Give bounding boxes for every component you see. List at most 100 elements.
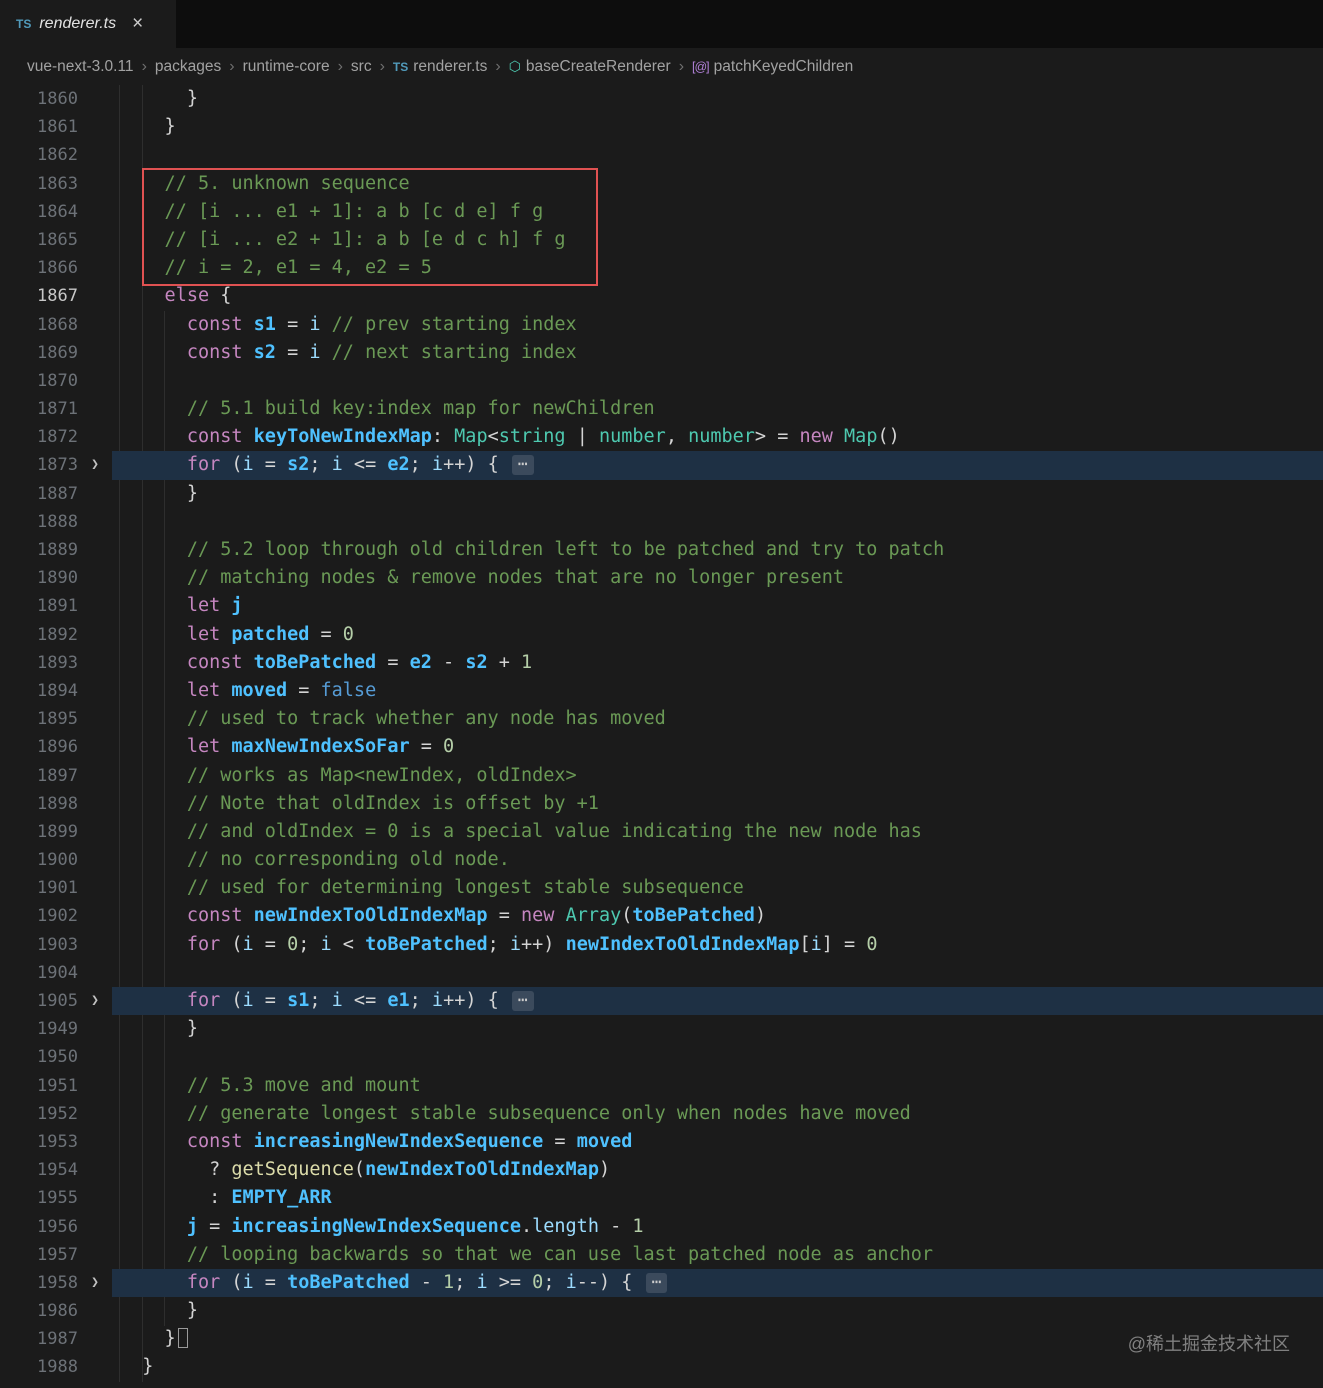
code-line-1864[interactable]: 1864 // [i ... e1 + 1]: a b [c d e] f g — [0, 198, 1323, 226]
line-number: 1986 — [37, 1301, 78, 1322]
code-line-1890[interactable]: 1890 // matching nodes & remove nodes th… — [0, 564, 1323, 592]
code-token: ( — [220, 990, 243, 1011]
code-content — [112, 508, 1323, 536]
code-token: number — [598, 426, 666, 448]
code-line-1895[interactable]: 1895 // used to track whether any node h… — [0, 705, 1323, 733]
breadcrumb-item-src[interactable]: src — [351, 58, 372, 76]
code-line-1863[interactable]: 1863 // 5. unknown sequence — [0, 170, 1323, 198]
breadcrumb-item-patchKeyedChildren[interactable]: [@] patchKeyedChildren — [692, 58, 853, 76]
folded-ellipsis-badge[interactable]: ⋯ — [511, 455, 534, 476]
code-line-1887[interactable]: 1887 } — [0, 480, 1323, 508]
fold-chevron-icon[interactable]: ❯ — [78, 451, 112, 479]
breadcrumb-item-renderer.ts[interactable]: TS renderer.ts — [393, 58, 487, 76]
code-token: } — [120, 1018, 198, 1040]
fold-chevron-icon[interactable]: ❯ — [78, 1269, 112, 1297]
code-line-1871[interactable]: 1871 // 5.1 build key:index map for newC… — [0, 395, 1323, 423]
code-token: i — [309, 313, 321, 335]
code-line-1950[interactable]: 1950 — [0, 1043, 1323, 1071]
code-line-1900[interactable]: 1900 // no corresponding old node. — [0, 846, 1323, 874]
code-line-1954[interactable]: 1954 ? getSequence(newIndexToOldIndexMap… — [0, 1156, 1323, 1184]
code-token: 0 — [866, 933, 878, 955]
code-line-1903[interactable]: 1903 for (i = 0; i < toBePatched; i++) n… — [0, 931, 1323, 959]
code-editor[interactable]: 1860 } 1861 } 1862 1863 // 5. unknown seque… — [0, 85, 1323, 1388]
code-line-1957[interactable]: 1957 // looping backwards so that we can… — [0, 1241, 1323, 1269]
code-line-1893[interactable]: 1893 const toBePatched = e2 - s2 + 1 — [0, 649, 1323, 677]
code-line-1896[interactable]: 1896 let maxNewIndexSoFar = 0 — [0, 733, 1323, 761]
code-line-1986[interactable]: 1986 } — [0, 1297, 1323, 1325]
line-number: 1894 — [37, 680, 78, 701]
code-token: // [i ... e2 + 1]: a b [e d c h] f g — [120, 228, 566, 250]
code-token: j — [120, 1215, 198, 1237]
code-token: // 5.2 loop through old children left to… — [120, 539, 945, 560]
code-content: // 5. unknown sequence — [112, 170, 1323, 198]
code-content: // no corresponding old node. — [112, 846, 1323, 874]
code-line-1873[interactable]: 1873 ❯ for (i = s2; i <= e2; i++) { ⋯ — [0, 451, 1323, 480]
code-line-1988[interactable]: 1988 } — [0, 1353, 1323, 1381]
breadcrumb-item-baseCreateRenderer[interactable]: ⬡ baseCreateRenderer — [509, 58, 671, 76]
code-line-1897[interactable]: 1897 // works as Map<newIndex, oldIndex> — [0, 762, 1323, 790]
line-number: 1988 — [37, 1357, 78, 1378]
breadcrumb-item-runtime-core[interactable]: runtime-core — [243, 58, 330, 76]
tab-close-icon[interactable]: × — [132, 13, 143, 35]
code-line-1889[interactable]: 1889 // 5.2 loop through old children le… — [0, 536, 1323, 564]
code-line-1956[interactable]: 1956 j = increasingNewIndexSequence.leng… — [0, 1213, 1323, 1241]
code-token: i — [242, 454, 254, 476]
code-token: [ — [799, 933, 811, 955]
code-line-1904[interactable]: 1904 — [0, 959, 1323, 987]
code-content: let j — [112, 592, 1323, 620]
line-number: 1898 — [37, 793, 78, 814]
code-line-1866[interactable]: 1866 // i = 2, e1 = 4, e2 = 5 — [0, 254, 1323, 282]
code-line-1955[interactable]: 1955 : EMPTY_ARR — [0, 1184, 1323, 1212]
folded-ellipsis-badge[interactable]: ⋯ — [511, 991, 534, 1011]
code-line-1888[interactable]: 1888 — [0, 508, 1323, 536]
code-line-1862[interactable]: 1862 — [0, 141, 1323, 169]
breadcrumb-item-vue-next-3.0.11[interactable]: vue-next-3.0.11 — [27, 58, 134, 76]
code-token: - — [598, 1215, 633, 1237]
code-token: newIndexToOldIndexMap — [365, 1159, 599, 1181]
line-number: 1897 — [37, 765, 78, 786]
breadcrumb-separator-icon: › — [337, 57, 343, 75]
fold-chevron-icon[interactable]: ❯ — [78, 987, 112, 1015]
code-line-1953[interactable]: 1953 const increasingNewIndexSequence = … — [0, 1128, 1323, 1156]
code-line-1905[interactable]: 1905 ❯ for (i = s1; i <= e1; i++) { ⋯ — [0, 987, 1323, 1016]
code-line-1958[interactable]: 1958 ❯ for (i = toBePatched - 1; i >= 0; … — [0, 1268, 1323, 1298]
code-line-1899[interactable]: 1899 // and oldIndex = 0 is a special va… — [0, 818, 1323, 846]
code-line-1949[interactable]: 1949 } — [0, 1015, 1323, 1043]
code-line-1870[interactable]: 1870 — [0, 367, 1323, 395]
code-token: = — [287, 679, 321, 701]
code-line-1951[interactable]: 1951 // 5.3 move and mount — [0, 1072, 1323, 1100]
code-line-1865[interactable]: 1865 // [i ... e2 + 1]: a b [e d c h] f … — [0, 226, 1323, 254]
code-line-1892[interactable]: 1892 let patched = 0 — [0, 621, 1323, 649]
code-line-1867[interactable]: 1867 else { — [0, 282, 1323, 310]
code-lines: 1860 } 1861 } 1862 1863 // 5. unknown seque… — [0, 85, 1323, 1382]
code-line-1894[interactable]: 1894 let moved = false — [0, 677, 1323, 705]
code-token: for — [120, 990, 221, 1011]
code-line-1869[interactable]: 1869 const s2 = i // next starting index — [0, 339, 1323, 367]
breadcrumb-item-packages[interactable]: packages — [155, 58, 221, 76]
code-line-1898[interactable]: 1898 // Note that oldIndex is offset by … — [0, 790, 1323, 818]
code-line-1860[interactable]: 1860 } — [0, 85, 1323, 113]
breadcrumb-separator-icon: › — [229, 57, 235, 75]
code-line-1901[interactable]: 1901 // used for determining longest sta… — [0, 874, 1323, 902]
code-token: ; — [543, 1271, 566, 1293]
code-line-1987[interactable]: 1987 } — [0, 1325, 1323, 1353]
code-line-1952[interactable]: 1952 // generate longest stable subseque… — [0, 1100, 1323, 1128]
code-line-1861[interactable]: 1861 } — [0, 113, 1323, 141]
code-line-1891[interactable]: 1891 let j — [0, 592, 1323, 620]
code-token: ( — [353, 1159, 366, 1181]
code-token: = — [253, 990, 288, 1011]
tab-renderer-ts[interactable]: TS renderer.ts × — [0, 0, 176, 48]
folded-ellipsis-badge[interactable]: ⋯ — [645, 1272, 668, 1293]
code-line-1868[interactable]: 1868 const s1 = i // prev starting index — [0, 311, 1323, 339]
code-line-1872[interactable]: 1872 const keyToNewIndexMap: Map<string … — [0, 423, 1323, 451]
code-content: const toBePatched = e2 - s2 + 1 — [112, 649, 1323, 677]
code-token: s2 — [253, 341, 276, 363]
code-token: // [i ... e1 + 1]: a b [c d e] f g — [120, 200, 544, 222]
code-line-1902[interactable]: 1902 const newIndexToOldIndexMap = new A… — [0, 902, 1323, 930]
